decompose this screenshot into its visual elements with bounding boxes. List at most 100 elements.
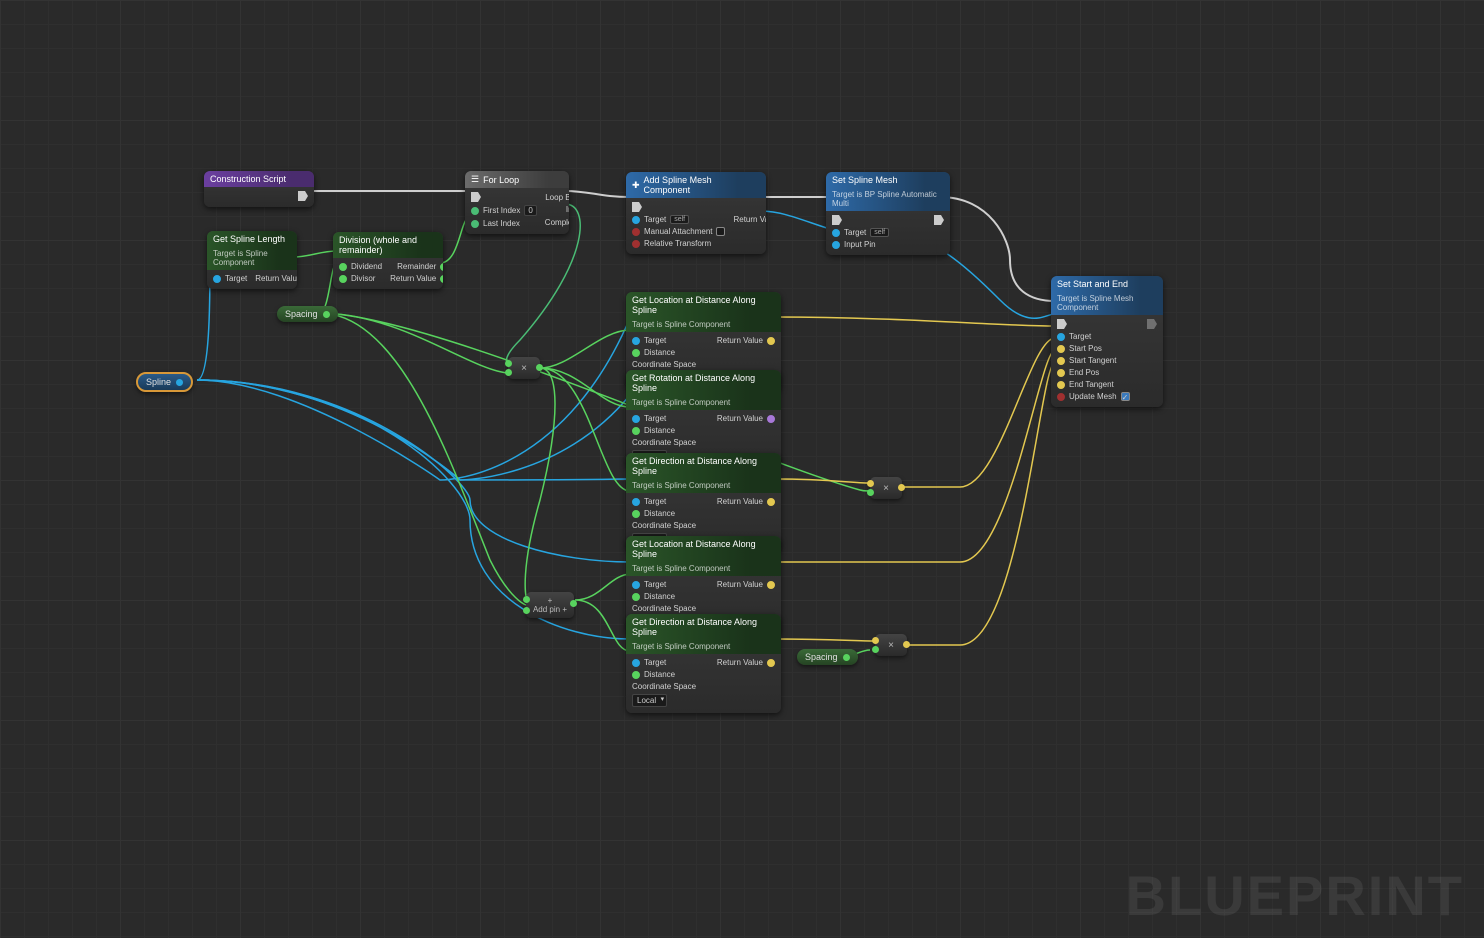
exec-out-pin[interactable]	[1147, 319, 1157, 329]
node-title: Set Start and End	[1057, 279, 1128, 289]
node-division[interactable]: Division (whole and remainder) Dividend …	[333, 232, 443, 289]
manual-attachment-pin[interactable]: Manual Attachment	[632, 227, 725, 236]
variable-label: Spacing	[805, 652, 838, 662]
return-value-pin[interactable]: Return Value	[717, 497, 775, 506]
node-multiply[interactable]: ×	[508, 357, 540, 379]
node-title: Get Spline Length	[213, 234, 285, 244]
node-for-loop[interactable]: ☰ For Loop First Index0 Last Index Loop …	[465, 171, 569, 234]
return-value-pin[interactable]: Return Value	[390, 274, 443, 283]
node-multiply[interactable]: ×	[875, 634, 907, 656]
loop-body-pin[interactable]: Loop Body	[545, 192, 569, 202]
coord-label: Coordinate Space	[632, 438, 696, 447]
node-header: Get Location at Distance Along Spline Ta…	[626, 536, 781, 576]
coord-label: Coordinate Space	[632, 682, 696, 691]
divisor-pin[interactable]: Divisor	[339, 274, 382, 283]
end-pos-pin[interactable]: End Pos	[1057, 368, 1130, 377]
last-index-pin[interactable]: Last Index	[471, 219, 537, 228]
node-header: Set Start and End Target is Spline Mesh …	[1051, 276, 1163, 315]
target-pin[interactable]: Targetself	[832, 228, 889, 237]
node-title: For Loop	[483, 175, 519, 185]
exec-in-pin[interactable]	[471, 192, 537, 202]
watermark: BLUEPRINT	[1126, 863, 1464, 928]
target-pin[interactable]: Target	[632, 414, 696, 423]
node-title: Get Direction at Distance Along Spline	[632, 617, 775, 637]
node-header: Division (whole and remainder)	[333, 232, 443, 258]
node-subtitle: Target is BP Spline Automatic Multi	[832, 190, 944, 208]
completed-pin[interactable]: Completed	[545, 217, 569, 227]
node-get-spline-length[interactable]: Get Spline Length Target is Spline Compo…	[207, 231, 297, 289]
exec-out-pin[interactable]	[733, 202, 766, 212]
input-pin[interactable]: Input Pin	[832, 240, 889, 249]
start-pos-pin[interactable]: Start Pos	[1057, 344, 1130, 353]
node-subtitle: Target is Spline Component	[213, 249, 291, 267]
target-pin[interactable]: Targetself	[632, 215, 725, 224]
node-subtitle: Target is Spline Component	[632, 481, 730, 490]
return-value-pin[interactable]: Return Value	[717, 336, 775, 345]
add-icon: +	[548, 596, 553, 605]
node-subtitle: Target is Spline Mesh Component	[1057, 294, 1157, 312]
node-subtitle: Target is Spline Component	[632, 642, 730, 651]
node-title: Set Spline Mesh	[832, 175, 898, 185]
start-tangent-pin[interactable]: Start Tangent	[1057, 356, 1130, 365]
index-pin[interactable]: Index	[545, 205, 569, 214]
node-title: Construction Script	[210, 174, 286, 184]
variable-label: Spline	[146, 377, 171, 387]
variable-spline[interactable]: Spline	[136, 372, 193, 392]
node-get-direction-at-distance[interactable]: Get Direction at Distance Along Spline T…	[626, 614, 781, 713]
node-add[interactable]: + Add pin +	[526, 592, 574, 618]
distance-pin[interactable]: Distance	[632, 426, 696, 435]
target-pin[interactable]: Target	[632, 658, 696, 667]
exec-out-pin[interactable]	[298, 191, 308, 201]
node-header: ✚ Add Spline Mesh Component	[626, 172, 766, 198]
end-tangent-pin[interactable]: End Tangent	[1057, 380, 1130, 389]
relative-transform-pin[interactable]: Relative Transform	[632, 239, 725, 248]
update-mesh-pin[interactable]: Update Mesh✓	[1057, 392, 1130, 401]
node-title: Division (whole and remainder)	[339, 235, 437, 255]
node-title: Get Location at Distance Along Spline	[632, 539, 775, 559]
distance-pin[interactable]: Distance	[632, 592, 696, 601]
return-value-pin[interactable]: Return Value	[717, 580, 775, 589]
exec-in-pin[interactable]	[1057, 319, 1130, 329]
return-value-pin[interactable]: Return Value	[733, 215, 766, 224]
dividend-pin[interactable]: Dividend	[339, 262, 382, 271]
node-set-start-and-end[interactable]: Set Start and End Target is Spline Mesh …	[1051, 276, 1163, 407]
exec-out-pin[interactable]	[934, 215, 944, 225]
node-header: Get Spline Length Target is Spline Compo…	[207, 231, 297, 270]
coord-label: Coordinate Space	[632, 604, 696, 613]
node-header: Get Direction at Distance Along Spline T…	[626, 614, 781, 654]
node-title: Get Direction at Distance Along Spline	[632, 456, 775, 476]
node-set-spline-mesh[interactable]: Set Spline Mesh Target is BP Spline Auto…	[826, 172, 950, 255]
node-add-spline-mesh-component[interactable]: ✚ Add Spline Mesh Component Targetself M…	[626, 172, 766, 254]
distance-pin[interactable]: Distance	[632, 670, 696, 679]
distance-pin[interactable]: Distance	[632, 509, 696, 518]
target-pin[interactable]: Target	[632, 497, 696, 506]
variable-spacing[interactable]: Spacing	[797, 649, 858, 665]
distance-pin[interactable]: Distance	[632, 348, 696, 357]
node-title: Add Spline Mesh Component	[644, 175, 760, 195]
target-pin[interactable]: Target	[1057, 332, 1130, 341]
remainder-pin[interactable]: Remainder	[390, 262, 443, 271]
node-title: Get Rotation at Distance Along Spline	[632, 373, 775, 393]
node-multiply[interactable]: ×	[870, 477, 902, 499]
node-header: Get Direction at Distance Along Spline T…	[626, 453, 781, 493]
node-construction-script[interactable]: Construction Script	[204, 171, 314, 207]
node-header: Get Location at Distance Along Spline Ta…	[626, 292, 781, 332]
return-value-pin[interactable]: Return Value	[717, 414, 775, 423]
target-pin[interactable]: Target	[213, 274, 247, 283]
coord-space-select[interactable]: Local	[632, 694, 696, 707]
first-index-pin[interactable]: First Index0	[471, 205, 537, 216]
node-subtitle: Target is Spline Component	[632, 398, 730, 407]
exec-in-pin[interactable]	[632, 202, 725, 212]
return-value-pin[interactable]: Return Value	[717, 658, 775, 667]
node-header: Set Spline Mesh Target is BP Spline Auto…	[826, 172, 950, 211]
target-pin[interactable]: Target	[632, 336, 696, 345]
return-value-pin[interactable]: Return Value	[255, 274, 297, 283]
exec-in-pin[interactable]	[832, 215, 889, 225]
coord-label: Coordinate Space	[632, 521, 696, 530]
coord-label: Coordinate Space	[632, 360, 696, 369]
node-header: ☰ For Loop	[465, 171, 569, 188]
variable-label: Spacing	[285, 309, 318, 319]
target-pin[interactable]: Target	[632, 580, 696, 589]
add-pin-label[interactable]: Add pin	[533, 605, 560, 614]
variable-spacing[interactable]: Spacing	[277, 306, 338, 322]
